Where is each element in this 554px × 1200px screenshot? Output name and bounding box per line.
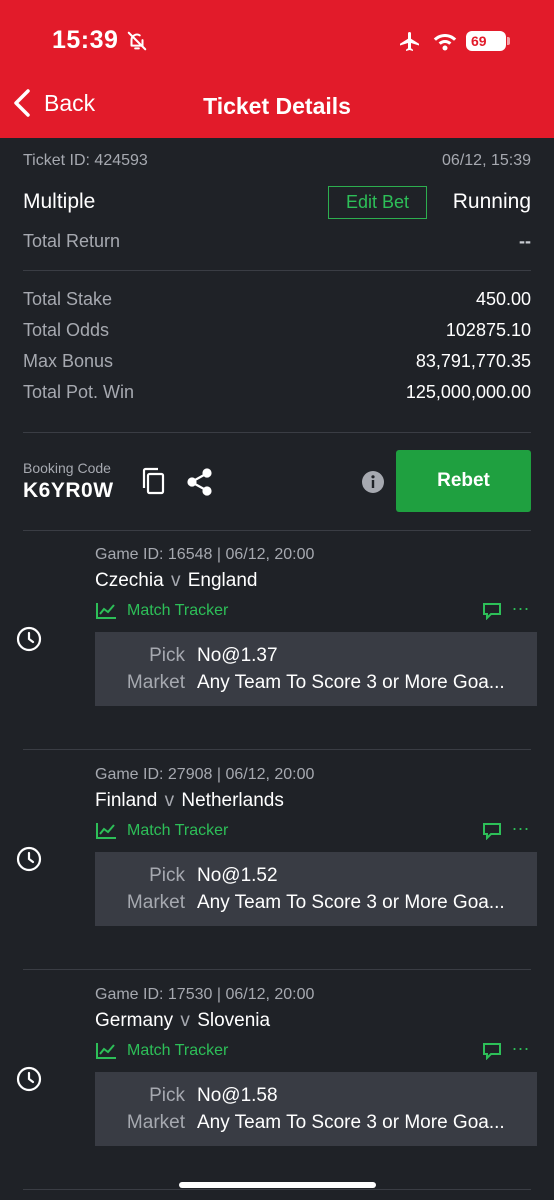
more-icon[interactable]: ... <box>512 594 530 615</box>
match-tracker-label: Match Tracker <box>127 1042 229 1059</box>
bell-off-icon <box>127 31 147 51</box>
away-team: England <box>187 570 258 591</box>
total-return-value: -- <box>519 231 531 251</box>
ticket-id: Ticket ID: 424593 <box>23 152 148 169</box>
match-tracker-label: Match Tracker <box>127 602 229 619</box>
total-stake-value: 450.00 <box>475 289 531 309</box>
match-teams: Finland v Netherlands <box>95 790 284 812</box>
chat-icon[interactable] <box>482 822 502 840</box>
total-odds-value: 102875.10 <box>445 320 531 340</box>
total-pot-win-row: Total Pot. Win 125,000,000.00 <box>23 382 531 403</box>
max-bonus-label: Max Bonus <box>23 351 114 371</box>
match-tracker-link[interactable]: Match Tracker <box>95 822 228 840</box>
home-team: Germany <box>95 1010 174 1031</box>
ticket-datetime: 06/12, 15:39 <box>442 152 531 169</box>
selection-card: Game ID: 27908 | 06/12, 20:00 Finland v … <box>0 750 554 970</box>
market-label: Market <box>126 892 185 913</box>
chart-line-icon <box>96 1043 116 1059</box>
share-icon[interactable] <box>186 467 214 497</box>
match-tracker-link[interactable]: Match Tracker <box>95 602 228 620</box>
battery-indicator: 69 <box>466 31 510 51</box>
booking-code: K6YR0W <box>23 479 114 502</box>
total-return-row: Total Return -- <box>23 231 531 252</box>
home-team: Finland <box>95 790 158 811</box>
market-label: Market <box>126 1112 185 1133</box>
selection-card: Game ID: 17530 | 06/12, 20:00 Germany v … <box>0 970 554 1190</box>
divider <box>23 1189 531 1190</box>
match-tracker-label: Match Tracker <box>127 822 229 839</box>
copy-icon[interactable] <box>141 466 167 496</box>
total-stake-label: Total Stake <box>23 289 113 309</box>
bet-type: Multiple <box>23 190 96 213</box>
airplane-icon <box>400 32 419 51</box>
pick-details: Pick No@1.58 Market Any Team To Score 3 … <box>95 1072 537 1146</box>
match-teams: Germany v Slovenia <box>95 1010 270 1032</box>
clock-icon <box>16 626 42 652</box>
pick-label: Pick <box>149 865 185 886</box>
chart-line-icon <box>96 603 116 619</box>
match-teams: Czechia v England <box>95 570 257 592</box>
pick-details: Pick No@1.52 Market Any Team To Score 3 … <box>95 852 537 926</box>
chat-icon[interactable] <box>482 1042 502 1060</box>
pick-details: Pick No@1.37 Market Any Team To Score 3 … <box>95 632 537 706</box>
versus-label: v <box>180 1010 190 1031</box>
max-bonus-row: Max Bonus 83,791,770.35 <box>23 351 531 372</box>
more-icon[interactable]: ... <box>512 1034 530 1055</box>
home-team: Czechia <box>95 570 164 591</box>
app-header: 15:39 69 Back Ticket Details <box>0 0 554 138</box>
market-value: Any Team To Score 3 or More Goa... <box>197 892 505 913</box>
total-odds-row: Total Odds 102875.10 <box>23 320 531 341</box>
bet-status: Running <box>452 190 531 213</box>
status-time: 15:39 <box>52 26 119 54</box>
versus-label: v <box>170 570 181 591</box>
clock-icon <box>16 1066 42 1092</box>
pick-value: No@1.52 <box>197 865 278 886</box>
market-value: Any Team To Score 3 or More Goa... <box>197 672 505 693</box>
clock-icon <box>16 846 42 872</box>
selection-card: Game ID: 16548 | 06/12, 20:00 Czechia v … <box>0 530 554 750</box>
total-pot-win-value: 125,000,000.00 <box>405 382 531 402</box>
edit-bet-button[interactable]: Edit Bet <box>328 186 427 219</box>
game-id: Game ID: 27908 | 06/12, 20:00 <box>95 766 315 783</box>
home-indicator[interactable] <box>179 1182 376 1188</box>
rebet-button[interactable]: Rebet <box>396 450 531 512</box>
booking-code-label: Booking Code <box>23 460 111 476</box>
pick-label: Pick <box>149 1085 185 1106</box>
market-value: Any Team To Score 3 or More Goa... <box>197 1112 505 1133</box>
pick-label: Pick <box>149 645 185 666</box>
page-title: Ticket Details <box>203 93 351 119</box>
max-bonus-value: 83,791,770.35 <box>415 351 531 371</box>
divider <box>23 432 531 433</box>
divider <box>23 270 531 271</box>
total-stake-row: Total Stake 450.00 <box>23 289 531 310</box>
total-odds-label: Total Odds <box>23 320 110 340</box>
wifi-icon <box>433 34 457 51</box>
more-icon[interactable]: ... <box>512 814 530 835</box>
versus-label: v <box>164 790 175 811</box>
total-return-label: Total Return <box>23 231 121 251</box>
market-label: Market <box>126 672 185 693</box>
pick-value: No@1.37 <box>197 645 278 666</box>
total-pot-win-label: Total Pot. Win <box>23 382 135 402</box>
pick-value: No@1.58 <box>197 1085 278 1106</box>
game-id: Game ID: 17530 | 06/12, 20:00 <box>95 986 315 1003</box>
game-id: Game ID: 16548 | 06/12, 20:00 <box>95 546 315 563</box>
match-tracker-link[interactable]: Match Tracker <box>95 1042 228 1060</box>
chat-icon[interactable] <box>482 602 502 620</box>
away-team: Slovenia <box>197 1010 271 1031</box>
away-team: Netherlands <box>181 790 284 811</box>
chart-line-icon <box>96 823 116 839</box>
ticket-id-row: Ticket ID: 424593 06/12, 15:39 <box>23 152 531 170</box>
info-icon[interactable] <box>361 470 385 494</box>
